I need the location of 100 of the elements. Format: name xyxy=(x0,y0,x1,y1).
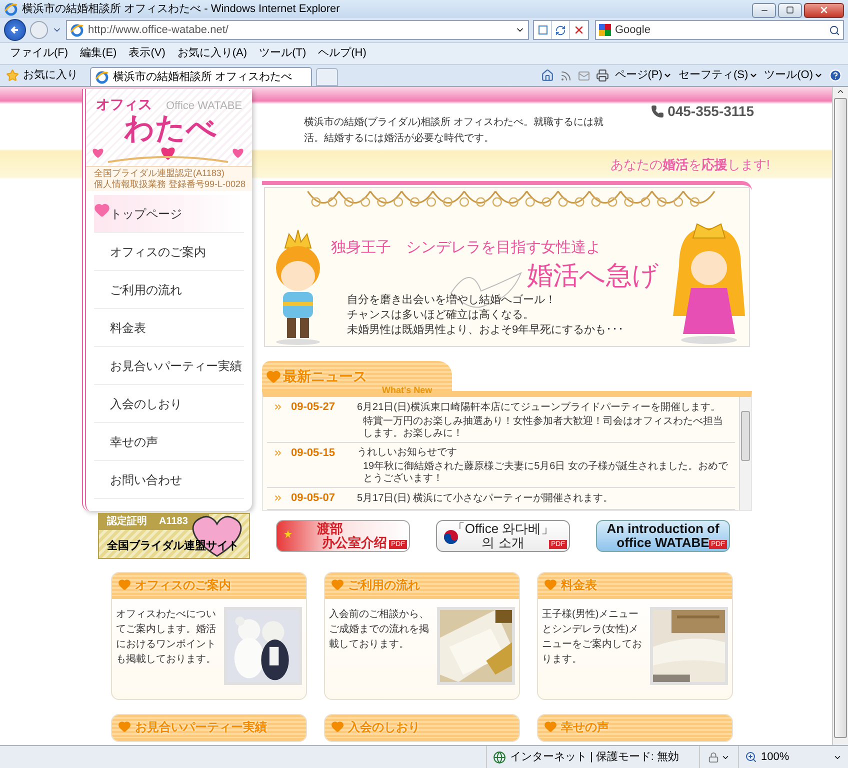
news-date: 09-05-07 xyxy=(291,491,336,506)
card-text: オフィスわたべについてご案内します。婚活におけるワンポイントも掲載しております。 xyxy=(116,608,217,667)
bullet-icon xyxy=(273,493,283,504)
news-title: 最新ニュース xyxy=(283,366,367,386)
menu-item[interactable]: ヘルプ(H) xyxy=(318,45,366,62)
nav-item[interactable]: トップページ xyxy=(94,195,244,233)
logo-english-text: Office WATABE xyxy=(166,101,242,112)
heart-icon xyxy=(266,368,281,384)
back-button[interactable] xyxy=(4,19,26,41)
nav-item[interactable]: オフィスのご案内 xyxy=(94,233,244,271)
news-headline: 5月17日(日) 横浜にて小さなパーティーが開催されます。 xyxy=(357,492,614,506)
bullet-icon xyxy=(273,448,283,458)
caret-icon xyxy=(814,71,823,80)
browser-tab[interactable]: 横浜市の結婚相談所 オフィスわたべ xyxy=(90,66,312,86)
news-body: 19年秋に御結婚された藤原様ご夫妻に5月6日 女の子様が誕生されました。おめでとうございます！ xyxy=(362,461,730,485)
hero-text-line: 未婚男性は既婚男性より、およそ9年早死にするかも･･･ xyxy=(347,323,626,338)
page-scrollbar[interactable] xyxy=(832,87,848,745)
address-field[interactable]: http://www.office-watabe.net/ xyxy=(66,20,529,40)
window-title: 横浜市の結婚相談所 オフィスわたべ - Windows Internet Explorer xyxy=(22,2,340,17)
heart-icon xyxy=(118,578,131,591)
toolbar-menu-button[interactable]: セーフティ(S) xyxy=(678,67,758,84)
zoom-icon[interactable] xyxy=(745,751,757,763)
nav-item[interactable]: 料金表 xyxy=(94,309,244,347)
maximize-icon xyxy=(786,6,794,14)
security-zone-text: インターネット | 保護モード: 無効 xyxy=(510,750,679,765)
card-title: 幸せの声 xyxy=(561,718,609,736)
caret-icon xyxy=(749,71,758,80)
lock-icon[interactable] xyxy=(708,752,719,762)
menu-item[interactable]: 編集(E) xyxy=(80,45,117,62)
url-text: http://www.office-watabe.net/ xyxy=(88,22,228,38)
print-icon[interactable] xyxy=(596,69,609,82)
phone-number: 045-355-3115 xyxy=(668,102,754,121)
heart-icon xyxy=(331,720,344,733)
browser-logo-icon xyxy=(70,23,84,37)
banner-text: 의 소개 xyxy=(482,536,524,550)
home-icon[interactable] xyxy=(540,69,554,82)
feed-icon[interactable] xyxy=(560,70,572,82)
search-field[interactable]: Google xyxy=(595,20,844,40)
hero-slogan: 婚活へ急げ xyxy=(527,259,659,291)
banner-text: 「Office 와다베」 xyxy=(452,522,554,536)
help-icon[interactable] xyxy=(829,69,842,82)
favorites-star-icon[interactable] xyxy=(6,69,19,82)
news-body: 特賞一万円のお楽しみ抽選あり！女性参加者大歓迎！司会はオフィスわたべ担当します。お楽しみに！ xyxy=(362,416,724,440)
phone-icon xyxy=(650,105,664,118)
banner-text: 渡部 xyxy=(317,522,343,536)
logo-text: わたべ xyxy=(123,114,218,144)
hero-text-line: 自分を磨き出会いを増やし結婚へゴール！ xyxy=(347,293,557,308)
nav-item[interactable]: 幸せの声 xyxy=(94,423,244,461)
certification-text: 個人情報取扱業務 登録番号99-L-0028 xyxy=(94,179,244,190)
tab-title: 横浜市の結婚相談所 オフィスわたべ xyxy=(113,70,292,85)
heart-icon xyxy=(544,720,557,733)
news-date: 09-05-15 xyxy=(291,446,336,460)
scroll-up-icon[interactable] xyxy=(836,87,845,96)
zoom-level[interactable]: 100% xyxy=(761,748,790,766)
logo[interactable]: オフィス Office WATABE わたべ xyxy=(86,89,252,166)
banner-text: An introduction of xyxy=(606,522,720,536)
back-arrow-icon xyxy=(10,25,20,35)
search-text: Google xyxy=(615,22,650,38)
tagline: あなたの婚活を応援します! xyxy=(610,156,770,174)
menu-item[interactable]: お気に入り(A) xyxy=(177,45,248,62)
card-title: 料金表 xyxy=(561,576,597,594)
hero-text-line: チャンスは多いほど確立は高くなる。 xyxy=(347,308,535,323)
heart-icon xyxy=(118,720,131,733)
menu-item[interactable]: ファイル(F) xyxy=(10,45,68,62)
menu-item[interactable]: ツール(T) xyxy=(259,45,306,62)
certification-code: A1183 xyxy=(159,517,188,527)
card-title: お見合いパーティー実績 xyxy=(135,718,267,736)
hero-headline: 独身王子 シンデレラを目指す女性達よ xyxy=(331,238,602,258)
heart-icon xyxy=(94,202,110,218)
nav-item[interactable]: お見合いパーティー実績 xyxy=(94,347,244,385)
search-icon[interactable] xyxy=(829,24,840,36)
card-text: 王子様(男性)メニューとシンデレラ(女性)メニューをご案内しております。 xyxy=(542,608,643,667)
certification-label: 認定証明 xyxy=(107,517,147,527)
news-headline: うれしいお知らせです xyxy=(357,446,457,460)
favorites-button[interactable]: お気に入り xyxy=(23,67,78,84)
news-subtitle: What's New xyxy=(382,384,432,396)
card-text: 入会前のご相談から、ご成婚までの流れを掲載しております。 xyxy=(329,608,430,652)
toolbar-menu-button[interactable]: ツール(O) xyxy=(764,67,823,84)
logo-text-small: オフィス xyxy=(96,97,152,111)
browser-logo-icon xyxy=(95,70,109,84)
close-button[interactable] xyxy=(804,2,844,18)
nav-item[interactable]: 入会のしおり xyxy=(94,385,244,423)
maximize-button[interactable] xyxy=(778,2,802,18)
minimize-button[interactable] xyxy=(752,2,776,18)
menu-item[interactable]: 表示(V) xyxy=(128,45,166,62)
news-headline: 6月21日(日)横浜東口崎陽軒本店にてジューンブライドパーティーを開催します。 xyxy=(357,400,720,415)
internet-zone-icon xyxy=(492,750,506,764)
card-title: ご利用の流れ xyxy=(348,576,420,594)
news-date: 09-05-27 xyxy=(291,400,336,415)
certification-text: 全国ブライダル連盟認定(A1183) xyxy=(94,168,226,179)
browser-logo-icon xyxy=(4,2,18,16)
heart-icon xyxy=(544,578,557,591)
toolbar-menu-button[interactable]: ページ(P) xyxy=(614,67,672,84)
search-provider-icon xyxy=(599,24,611,36)
nav-item[interactable]: ご利用の流れ xyxy=(94,271,244,309)
news-scrollbar[interactable] xyxy=(739,397,751,510)
close-icon xyxy=(819,5,829,15)
heart-icon xyxy=(331,578,344,591)
nav-item[interactable]: お問い合わせ xyxy=(94,461,244,499)
intro-text: 横浜市の結婚(ブライダル)相談所 オフィスわたべ。就職するには就活。結婚するには婚活が必要な時代です。 xyxy=(304,116,604,146)
